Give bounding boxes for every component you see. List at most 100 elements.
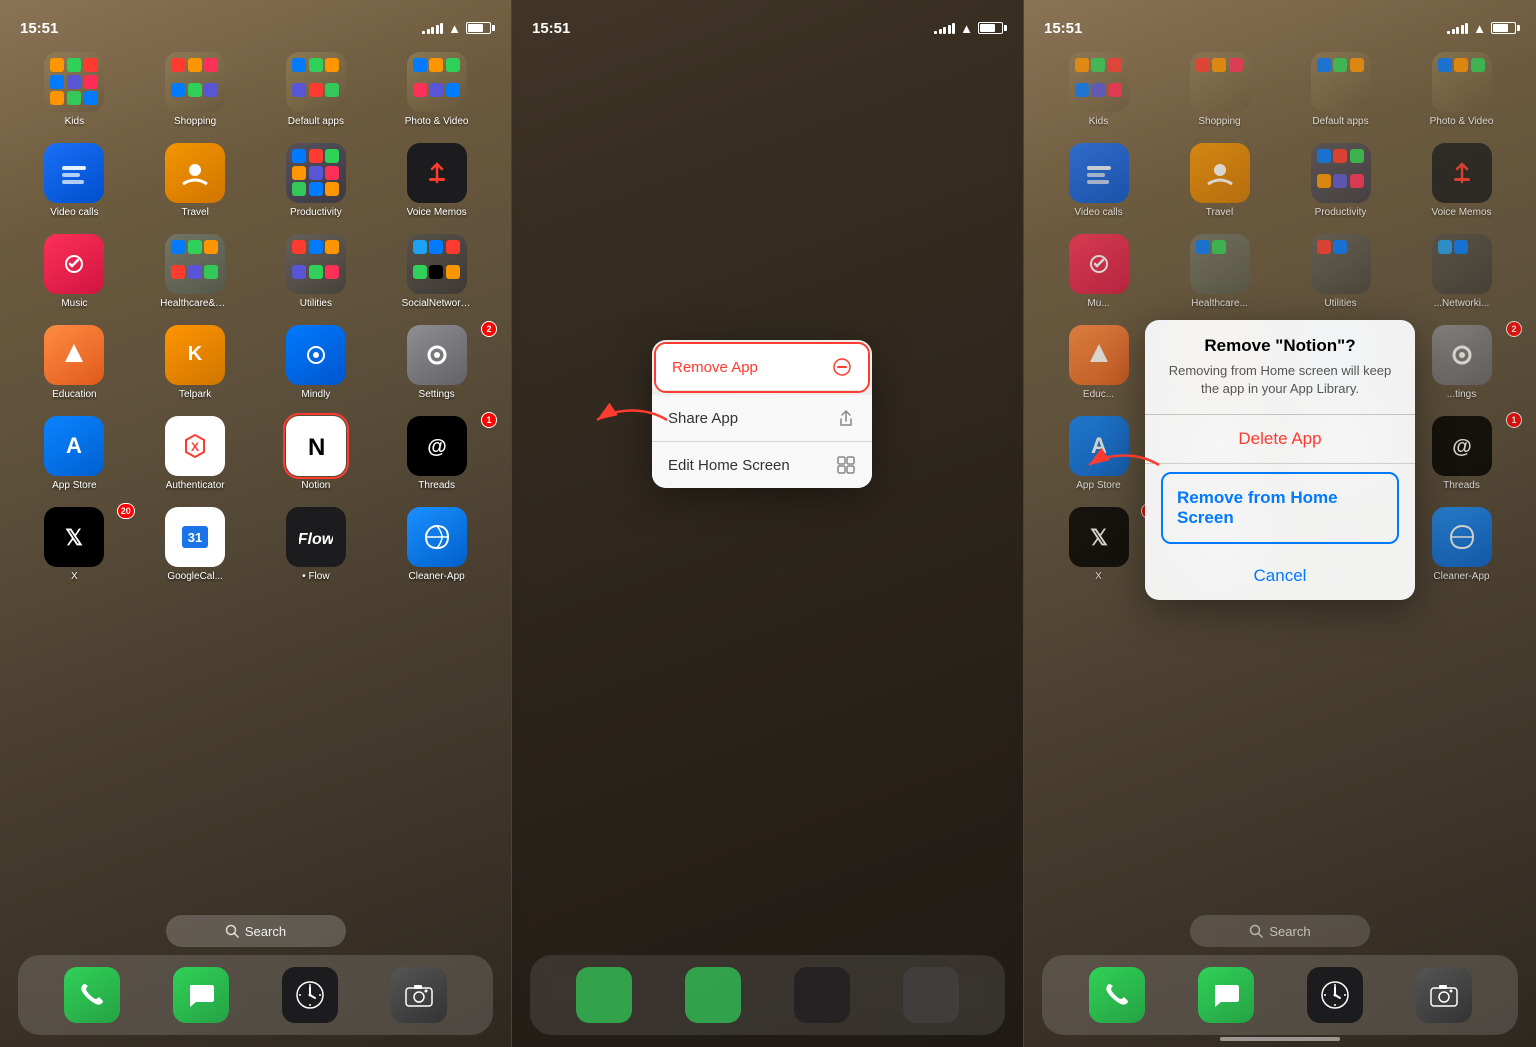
dock-clock-3[interactable] xyxy=(1307,967,1363,1023)
list-item[interactable]: Photo & Video xyxy=(380,52,493,127)
list-item[interactable]: X Authenticator xyxy=(139,416,252,491)
list-item[interactable]: Voice Memos xyxy=(380,143,493,218)
list-item[interactable]: @ 1 Threads xyxy=(1405,416,1518,491)
status-bar-3: 15:51 ▲ xyxy=(1024,0,1536,44)
list-item[interactable]: Cleaner-App xyxy=(1405,507,1518,582)
list-item[interactable]: ...Networki... xyxy=(1405,234,1518,309)
dock-messages[interactable] xyxy=(173,967,229,1023)
dock-clock[interactable] xyxy=(282,967,338,1023)
dock-phone-3[interactable] xyxy=(1089,967,1145,1023)
dock-1 xyxy=(18,955,493,1035)
svg-text:N: N xyxy=(308,434,325,461)
edit-home-screen-button[interactable]: Edit Home Screen xyxy=(652,442,872,488)
context-menu: Remove App Share App Edit Home Screen xyxy=(652,340,872,488)
threads-badge-3: 1 xyxy=(1506,412,1522,428)
list-item[interactable]: K Telpark xyxy=(139,325,252,400)
settings-badge-3: 2 xyxy=(1506,321,1522,337)
list-item[interactable]: Default apps xyxy=(1284,52,1397,127)
list-item[interactable]: Healthcare&Fit... xyxy=(139,234,252,309)
list-item[interactable]: 𝕏 20 X xyxy=(1042,507,1155,582)
list-item[interactable]: Educ... xyxy=(1042,325,1155,400)
list-item[interactable]: Kids xyxy=(18,52,131,127)
list-item[interactable]: 31 GoogleCal... xyxy=(139,507,252,582)
list-item[interactable]: Music xyxy=(18,234,131,309)
red-arrow-left-3 xyxy=(1084,445,1164,490)
list-item[interactable]: Cleaner-App xyxy=(380,507,493,582)
search-icon-3 xyxy=(1249,924,1263,938)
dock-messages-3[interactable] xyxy=(1198,967,1254,1023)
remove-from-home-screen-button[interactable]: Remove from Home Screen xyxy=(1161,472,1399,544)
svg-text:𝕏: 𝕏 xyxy=(66,525,84,550)
cancel-button[interactable]: Cancel xyxy=(1145,552,1415,600)
settings-badge: 2 xyxy=(481,321,497,337)
status-icons-2: ▲ xyxy=(934,21,1003,36)
alert-title: Remove "Notion"? xyxy=(1145,336,1415,356)
list-item[interactable]: Travel xyxy=(1163,143,1276,218)
svg-text:@: @ xyxy=(427,436,447,458)
list-item[interactable]: Shopping xyxy=(139,52,252,127)
list-item[interactable]: Video calls xyxy=(1042,143,1155,218)
list-item[interactable]: Kids xyxy=(1042,52,1155,127)
svg-text:𝕏: 𝕏 xyxy=(1090,525,1108,550)
battery-icon-1 xyxy=(466,22,491,34)
status-time-2: 15:51 xyxy=(532,20,570,37)
phone-3: 15:51 ▲ Kids xyxy=(1024,0,1536,1047)
signal-icon-3 xyxy=(1447,23,1468,34)
svg-text:X: X xyxy=(191,440,199,454)
dock-camera-3[interactable] xyxy=(1416,967,1472,1023)
list-item[interactable]: SocialNetworki... xyxy=(380,234,493,309)
search-bar-1[interactable]: Search xyxy=(166,915,346,947)
list-item[interactable]: A App Store xyxy=(18,416,131,491)
list-item[interactable]: @ 1 Threads xyxy=(380,416,493,491)
share-app-button[interactable]: Share App xyxy=(652,395,872,442)
list-item[interactable]: 𝕏 20 X xyxy=(18,507,131,582)
list-item[interactable]: Shopping xyxy=(1163,52,1276,127)
list-item[interactable]: Healthcare... xyxy=(1163,234,1276,309)
list-item[interactable]: Mu... xyxy=(1042,234,1155,309)
phone-1: 15:51 ▲ xyxy=(0,0,512,1047)
list-item[interactable]: Video calls xyxy=(18,143,131,218)
dock-phone[interactable] xyxy=(64,967,120,1023)
share-icon xyxy=(836,408,856,428)
wifi-icon-3: ▲ xyxy=(1473,21,1486,36)
status-time-3: 15:51 xyxy=(1044,20,1082,37)
search-label-3: Search xyxy=(1269,924,1310,939)
status-icons-1: ▲ xyxy=(422,21,491,36)
delete-app-button[interactable]: Delete App xyxy=(1145,415,1415,464)
search-bar-3[interactable]: Search xyxy=(1190,915,1370,947)
alert-message: Removing from Home screen will keep the … xyxy=(1145,356,1415,414)
list-item[interactable]: Utilities xyxy=(260,234,373,309)
remove-notion-alert: Remove "Notion"? Removing from Home scre… xyxy=(1145,320,1415,600)
list-item[interactable]: Education xyxy=(18,325,131,400)
remove-app-button[interactable]: Remove App xyxy=(656,344,868,391)
battery-icon-2 xyxy=(978,22,1003,34)
wifi-icon-1: ▲ xyxy=(448,21,461,36)
svg-text:Flow: Flow xyxy=(299,531,333,548)
notion-app[interactable]: N Notion xyxy=(260,416,373,491)
signal-icon-2 xyxy=(934,23,955,34)
list-item[interactable]: Travel xyxy=(139,143,252,218)
list-item[interactable]: 2 ...tings xyxy=(1405,325,1518,400)
app-grid-1: Kids Shopping xyxy=(18,52,493,582)
list-item[interactable]: Mindly xyxy=(260,325,373,400)
dock-3 xyxy=(1042,955,1518,1035)
home-indicator-3 xyxy=(1220,1037,1340,1041)
remove-app-icon xyxy=(832,357,852,377)
search-icon-1 xyxy=(225,924,239,938)
list-item[interactable]: Utilities xyxy=(1284,234,1397,309)
grid-icon xyxy=(836,455,856,475)
wifi-icon-2: ▲ xyxy=(960,21,973,36)
signal-icon-1 xyxy=(422,23,443,34)
list-item[interactable]: Productivity xyxy=(1284,143,1397,218)
list-item[interactable]: Voice Memos xyxy=(1405,143,1518,218)
svg-text:K: K xyxy=(188,343,203,365)
list-item[interactable]: 2 Settings xyxy=(380,325,493,400)
status-time-1: 15:51 xyxy=(20,20,58,37)
list-item[interactable]: Default apps xyxy=(260,52,373,127)
list-item[interactable]: Photo & Video xyxy=(1405,52,1518,127)
list-item[interactable]: Flow • Flow xyxy=(260,507,373,582)
productivity-folder[interactable]: Productivity xyxy=(260,143,373,218)
status-bar-1: 15:51 ▲ xyxy=(0,0,511,44)
dock-camera[interactable] xyxy=(391,967,447,1023)
battery-icon-3 xyxy=(1491,22,1516,34)
